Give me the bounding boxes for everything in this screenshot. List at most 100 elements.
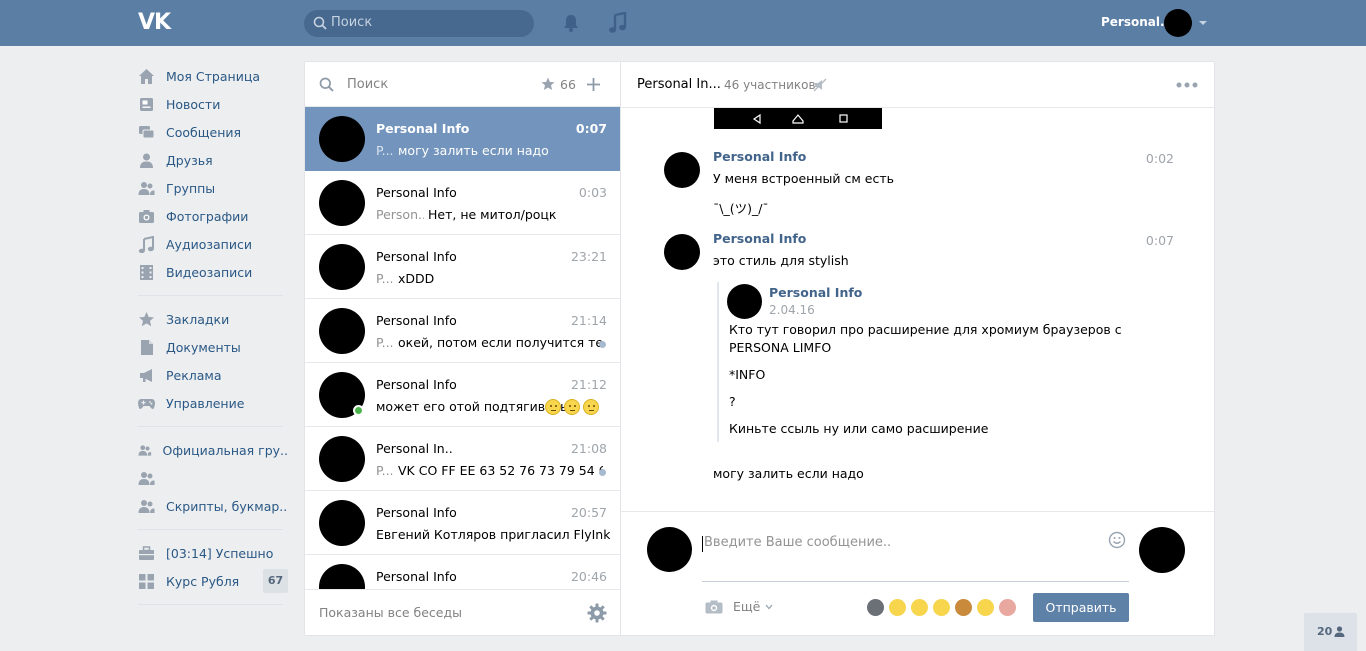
forwarded-author[interactable]: Personal Info — [769, 285, 862, 300]
nav-item-label: Сообщения — [166, 124, 242, 140]
avatar — [319, 308, 365, 354]
search-icon — [319, 77, 334, 92]
avatar[interactable] — [647, 527, 692, 572]
forwarded-message: Personal Info 2.04.16 Кто тут говорил пр… — [717, 282, 1122, 442]
conversation-snippet: может его отой подтягивать — [376, 399, 568, 414]
vk-logo[interactable]: VK — [138, 11, 172, 35]
nav-item[interactable]: Друзья — [138, 146, 288, 174]
nav-item[interactable]: Реклама — [138, 361, 288, 389]
chat-members-count[interactable]: 46 участников — [724, 78, 816, 92]
screenshot-attachment[interactable] — [714, 108, 882, 129]
message-author[interactable]: Personal Info — [713, 149, 806, 164]
message-author[interactable]: Personal Info — [713, 231, 806, 246]
music-icon[interactable] — [608, 12, 628, 34]
conversations-search-input[interactable]: Поиск — [347, 77, 388, 92]
nav-item[interactable]: Сообщения — [138, 118, 288, 146]
emoji-icon[interactable] — [889, 599, 906, 616]
nav-item[interactable]: Моя Страница — [138, 62, 288, 90]
film-icon — [140, 264, 153, 280]
forwarded-text: PERSONA LIMFO — [729, 340, 832, 355]
message-input-placeholder: Введите Ваше сообщение.. — [704, 535, 892, 550]
star-icon[interactable] — [541, 77, 555, 91]
nav-item-label: Официальная гру.. — [162, 442, 288, 458]
muted-speaker-icon[interactable] — [813, 78, 827, 92]
conversation-item[interactable]: Personal Info 20:57 Евгений Котляров пригл… — [305, 491, 621, 555]
conversation-item[interactable]: Personal Info 21:14 P... окей, потом если п… — [305, 299, 621, 363]
nav-item-label: Видеозаписи — [166, 264, 253, 280]
more-options-icon[interactable] — [1176, 82, 1198, 88]
forwarded-text: Кто тут говорил про расширение для хроми… — [729, 322, 1122, 337]
chat-title[interactable]: Personal In... — [637, 77, 721, 92]
conversation-item[interactable]: Personal Info 23:21 P... xDDD — [305, 235, 621, 299]
unread-indicator — [599, 341, 606, 348]
avatar[interactable] — [664, 234, 700, 270]
avatar[interactable] — [664, 152, 700, 188]
emoji-icon[interactable] — [867, 599, 884, 616]
avatar[interactable] — [727, 284, 762, 319]
nav-item[interactable]: Аудиозаписи — [138, 230, 288, 258]
nav-item-label: Моя Страница — [166, 68, 260, 84]
nav-item[interactable]: Курс Рубля 67 — [138, 567, 288, 595]
nav-item-label: Закладки — [166, 311, 230, 327]
top-bar: VK Поиск Personal... — [0, 0, 1366, 46]
send-button[interactable]: Отправить — [1033, 593, 1129, 622]
more-attachments-button[interactable]: Ещё — [733, 599, 760, 614]
messages-icon — [139, 125, 155, 138]
news-icon — [140, 97, 153, 111]
forwarded-text: ? — [729, 394, 736, 409]
conversation-time: 21:14 — [570, 313, 607, 328]
avatar[interactable] — [1139, 527, 1185, 573]
conversation-title: Personal In.. — [376, 441, 453, 456]
conversation-time: 0:07 — [575, 121, 607, 136]
nav-item[interactable]: Скрипты, букмар.. — [138, 492, 288, 520]
nav-item[interactable]: Новости — [138, 90, 288, 118]
emoji-icon[interactable] — [911, 599, 928, 616]
camera-icon — [139, 209, 154, 223]
smile-icon[interactable] — [1108, 531, 1126, 549]
conversation-item[interactable]: Personal Info 20:46 — [305, 555, 621, 590]
nav-divider — [138, 295, 283, 296]
conversation-item[interactable]: Personal Info 21:12 может его отой подтяги… — [305, 363, 621, 427]
groups-icon — [138, 471, 155, 485]
message-time: 0:07 — [1145, 233, 1174, 248]
emoji-icon[interactable] — [999, 599, 1016, 616]
emoji-icon — [564, 399, 580, 415]
nav-item[interactable]: [03:14] Успешно — [138, 539, 288, 567]
conversation-time: 20:46 — [570, 569, 607, 584]
message-text: это стиль для stylish — [713, 253, 849, 268]
conversation-title: Personal Info — [376, 249, 457, 264]
nav-item-label: Управление — [166, 395, 245, 411]
text-caret — [702, 536, 703, 552]
nav-item[interactable]: Видеозаписи — [138, 258, 288, 286]
unread-indicator — [599, 469, 606, 476]
online-friends-button[interactable]: 20 — [1304, 613, 1357, 651]
emoji-icon[interactable] — [955, 599, 972, 616]
conversation-item[interactable]: Personal Info 0:03 Person... Нет, не митол/… — [305, 171, 621, 235]
nav-item-label: Скрипты, букмар.. — [166, 498, 288, 514]
nav-item[interactable]: Официальная гру.. — [138, 436, 288, 464]
nav-item[interactable]: Документы — [138, 333, 288, 361]
left-nav: Моя Страница Новости Сообщения Друзья Группы… — [138, 62, 288, 614]
groups-icon — [138, 181, 155, 195]
chevron-down-icon — [1199, 21, 1207, 25]
gear-icon[interactable] — [587, 603, 607, 623]
bell-icon[interactable] — [562, 13, 580, 33]
search-icon — [313, 16, 327, 30]
message-input[interactable]: Введите Ваше сообщение.. — [702, 532, 1129, 582]
plus-icon[interactable] — [586, 77, 601, 92]
nav-item[interactable]: Группы — [138, 174, 288, 202]
sender-name: Person... — [376, 207, 424, 222]
camera-icon[interactable] — [705, 600, 723, 614]
nav-item[interactable]: Фотографии — [138, 202, 288, 230]
nav-item[interactable] — [138, 464, 288, 492]
nav-item-label: Документы — [166, 339, 241, 355]
conversation-item[interactable]: Personal Info 0:07 P... могу залить если на… — [305, 107, 621, 171]
nav-item[interactable]: Управление — [138, 389, 288, 417]
conversation-item[interactable]: Personal In.. 21:08 P... VK CO FF EE 63 52 … — [305, 427, 621, 491]
emoji-icon[interactable] — [977, 599, 994, 616]
emoji-icon[interactable] — [933, 599, 950, 616]
message-time: 0:02 — [1145, 151, 1174, 166]
top-search-input[interactable]: Поиск — [304, 10, 534, 37]
nav-item[interactable]: Закладки — [138, 305, 288, 333]
groups-icon — [138, 499, 155, 513]
